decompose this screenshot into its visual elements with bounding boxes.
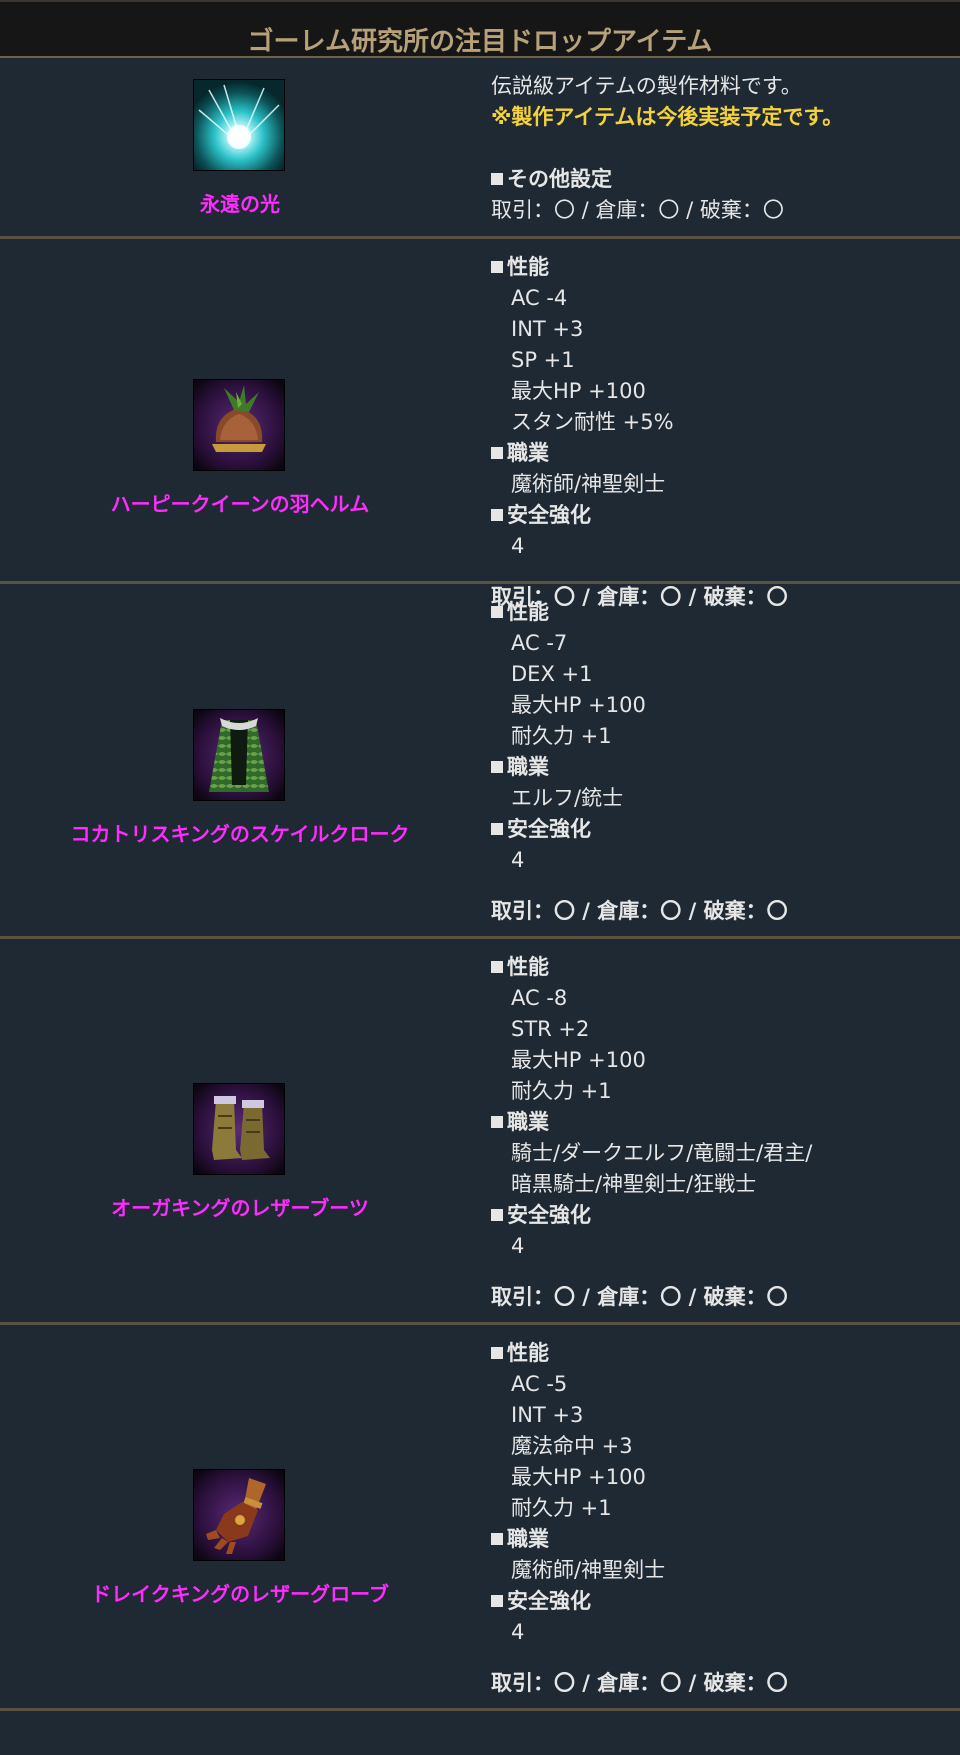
section-other-settings: その他設定	[491, 164, 960, 195]
stat-line: 魔法命中 +3	[511, 1434, 633, 1458]
class-line: エルフ/銃士	[511, 786, 624, 810]
trade-info: 取引：〇 / 倉庫：〇 / 破棄：〇	[491, 198, 784, 222]
square-bullet-icon	[491, 1209, 503, 1221]
square-bullet-icon	[491, 761, 503, 773]
section-label: 性能	[507, 955, 549, 979]
section-class: 職業	[491, 752, 960, 783]
square-bullet-icon	[491, 261, 503, 273]
item-row-harpy-helm: ハーピークイーンの羽ヘルム 性能 AC -4 INT +3 SP +1 最大HP…	[0, 239, 960, 609]
stat-line: 耐久力 +1	[511, 1496, 612, 1520]
item-details: 性能 AC -7 DEX +1 最大HP +100 耐久力 +1 職業 エルフ/…	[491, 584, 960, 949]
item-row-cockatrice-cloak: コカトリスキングのスケイルクローク 性能 AC -7 DEX +1 最大HP +…	[0, 584, 960, 939]
item-details: 性能 AC -4 INT +3 SP +1 最大HP +100 スタン耐性 +5…	[491, 239, 960, 609]
item-image-cell: ハーピークイーンの羽ヘルム	[0, 239, 480, 581]
square-bullet-icon	[491, 509, 503, 521]
section-performance: 性能	[491, 952, 960, 983]
scale-cloak-icon	[193, 709, 285, 801]
stat-line: 最大HP +100	[511, 379, 646, 403]
section-performance: 性能	[491, 1338, 960, 1369]
stat-line: AC -8	[511, 986, 568, 1010]
class-line: 暗黒騎士/神聖剣士/狂戦士	[511, 1172, 757, 1196]
stat-line: スタン耐性 +5%	[511, 410, 674, 434]
stat-line: AC -4	[511, 286, 568, 310]
section-label: 性能	[507, 255, 549, 279]
item-row-drake-glove: ドレイクキングのレザーグローブ 性能 AC -5 INT +3 魔法命中 +3 …	[0, 1325, 960, 1711]
square-bullet-icon	[491, 1595, 503, 1607]
class-line: 騎士/ダークエルフ/竜闘士/君主/	[511, 1141, 813, 1165]
item-name: コカトリスキングのスケイルクローク	[70, 822, 410, 846]
leather-boots-icon	[193, 1083, 285, 1175]
light-orb-icon	[193, 79, 285, 171]
stat-line: 最大HP +100	[511, 1465, 646, 1489]
section-label: 職業	[507, 441, 549, 465]
item-details: 性能 AC -5 INT +3 魔法命中 +3 最大HP +100 耐久力 +1…	[491, 1325, 960, 1721]
class-line: 魔術師/神聖剣士	[511, 1558, 666, 1582]
item-image-cell: オーガキングのレザーブーツ	[0, 939, 480, 1322]
square-bullet-icon	[491, 1347, 503, 1359]
safe-value: 4	[511, 534, 525, 558]
item-details: 伝説級アイテムの製作材料です。 ※製作アイテムは今後実装予定です。 その他設定 …	[491, 58, 960, 249]
item-description: 伝説級アイテムの製作材料です。	[491, 74, 802, 98]
section-label: その他設定	[507, 167, 612, 191]
stat-line: INT +3	[511, 317, 584, 341]
item-name: ハーピークイーンの羽ヘルム	[110, 492, 370, 516]
stat-line: INT +3	[511, 1403, 584, 1427]
section-safe-enchant: 安全強化	[491, 500, 960, 531]
section-label: 職業	[507, 1527, 549, 1551]
stat-line: AC -7	[511, 631, 568, 655]
section-performance: 性能	[491, 252, 960, 283]
trade-info: 取引：〇 / 倉庫：〇 / 破棄：〇	[491, 899, 788, 923]
section-label: 性能	[507, 600, 549, 624]
stat-line: STR +2	[511, 1017, 590, 1041]
item-name: 永遠の光	[200, 192, 280, 216]
item-name: オーガキングのレザーブーツ	[111, 1196, 369, 1220]
safe-value: 4	[511, 1620, 525, 1644]
safe-value: 4	[511, 1234, 525, 1258]
square-bullet-icon	[491, 1533, 503, 1545]
item-name: ドレイクキングのレザーグローブ	[91, 1582, 389, 1606]
stat-line: AC -5	[511, 1372, 568, 1396]
page-header: ゴーレム研究所の注目ドロップアイテム	[0, 0, 960, 58]
page-title: ゴーレム研究所の注目ドロップアイテム	[247, 27, 713, 57]
square-bullet-icon	[491, 1116, 503, 1128]
section-safe-enchant: 安全強化	[491, 1586, 960, 1617]
trade-info: 取引：〇 / 倉庫：〇 / 破棄：〇	[491, 1671, 788, 1695]
section-safe-enchant: 安全強化	[491, 1200, 960, 1231]
square-bullet-icon	[491, 606, 503, 618]
square-bullet-icon	[491, 961, 503, 973]
square-bullet-icon	[491, 447, 503, 459]
class-line: 魔術師/神聖剣士	[511, 472, 666, 496]
stat-line: 最大HP +100	[511, 693, 646, 717]
section-label: 安全強化	[507, 1203, 591, 1227]
stat-line: 耐久力 +1	[511, 724, 612, 748]
section-class: 職業	[491, 1107, 960, 1138]
safe-value: 4	[511, 848, 525, 872]
leather-glove-icon	[193, 1469, 285, 1561]
section-label: 安全強化	[507, 1589, 591, 1613]
section-label: 職業	[507, 1110, 549, 1134]
section-class: 職業	[491, 1524, 960, 1555]
item-image-cell: コカトリスキングのスケイルクローク	[0, 584, 480, 936]
section-label: 性能	[507, 1341, 549, 1365]
section-class: 職業	[491, 438, 960, 469]
section-safe-enchant: 安全強化	[491, 814, 960, 845]
item-details: 性能 AC -8 STR +2 最大HP +100 耐久力 +1 職業 騎士/ダ…	[491, 939, 960, 1335]
square-bullet-icon	[491, 823, 503, 835]
stat-line: 耐久力 +1	[511, 1079, 612, 1103]
item-image-cell: ドレイクキングのレザーグローブ	[0, 1325, 480, 1708]
feather-helm-icon	[193, 379, 285, 471]
item-row-ogre-boots: オーガキングのレザーブーツ 性能 AC -8 STR +2 最大HP +100 …	[0, 939, 960, 1325]
section-label: 安全強化	[507, 817, 591, 841]
item-note: ※製作アイテムは今後実装予定です。	[491, 105, 844, 129]
square-bullet-icon	[491, 173, 503, 185]
section-label: 職業	[507, 755, 549, 779]
item-row-eternal-light: 永遠の光 伝説級アイテムの製作材料です。 ※製作アイテムは今後実装予定です。 そ…	[0, 58, 960, 239]
section-performance: 性能	[491, 597, 960, 628]
stat-line: SP +1	[511, 348, 575, 372]
stat-line: 最大HP +100	[511, 1048, 646, 1072]
trade-info: 取引：〇 / 倉庫：〇 / 破棄：〇	[491, 1285, 788, 1309]
item-image-cell: 永遠の光	[0, 58, 480, 236]
section-label: 安全強化	[507, 503, 591, 527]
stat-line: DEX +1	[511, 662, 593, 686]
